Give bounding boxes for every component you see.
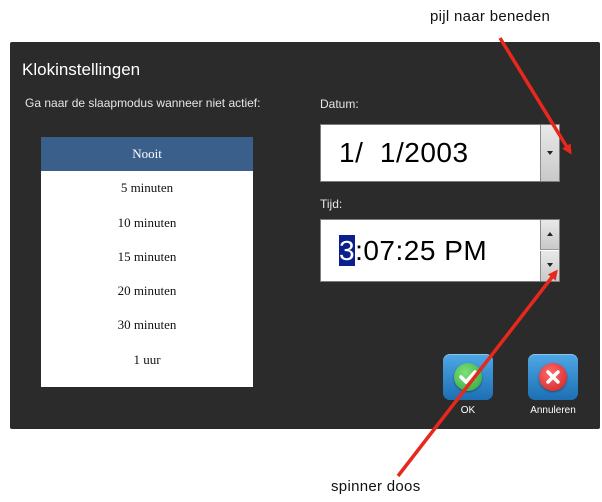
list-item[interactable]: 15 minuten: [41, 240, 253, 274]
time-label: Tijd:: [320, 197, 343, 211]
list-item[interactable]: 20 minuten: [41, 274, 253, 308]
chevron-down-icon: [547, 263, 553, 267]
list-item[interactable]: 1 uur: [41, 343, 253, 377]
time-hour-selected[interactable]: 3: [339, 235, 356, 266]
sleep-mode-listbox[interactable]: Nooit 5 minuten 10 minuten 15 minuten 20…: [41, 137, 253, 387]
spinner-up-button[interactable]: [540, 220, 559, 250]
cancel-button[interactable]: [528, 354, 578, 400]
date-dropdown-button[interactable]: [540, 125, 559, 181]
dialog-title: Klokinstellingen: [22, 60, 141, 79]
list-item[interactable]: 5 minuten: [41, 171, 253, 205]
ok-label: OK: [460, 405, 476, 416]
sleep-mode-label: Ga naar de slaapmodus wanneer niet actie…: [25, 96, 261, 110]
annotation-dropdown-arrow-label: pijl naar beneden: [430, 8, 551, 25]
checkmark-icon: [454, 363, 482, 391]
list-item[interactable]: Nooit: [41, 137, 253, 172]
date-picker[interactable]: 1/ 1/2003: [320, 124, 560, 182]
cancel-label: Annuleren: [530, 405, 576, 416]
annotation-spinner-label: spinner doos: [331, 478, 421, 495]
chevron-down-icon: [547, 151, 553, 155]
chevron-up-icon: [547, 232, 553, 236]
date-value: 1/ 1/2003: [339, 137, 469, 168]
x-icon: [539, 363, 567, 391]
list-item[interactable]: 10 minuten: [41, 206, 253, 240]
spinner-down-button[interactable]: [540, 251, 559, 281]
ok-button[interactable]: [443, 354, 493, 400]
time-spinner[interactable]: 3:07:25 PM: [320, 219, 560, 282]
list-item[interactable]: 30 minuten: [41, 308, 253, 342]
time-rest: :07:25 PM: [355, 235, 488, 266]
time-value[interactable]: 3:07:25 PM: [339, 235, 487, 267]
date-label: Datum:: [320, 97, 359, 111]
